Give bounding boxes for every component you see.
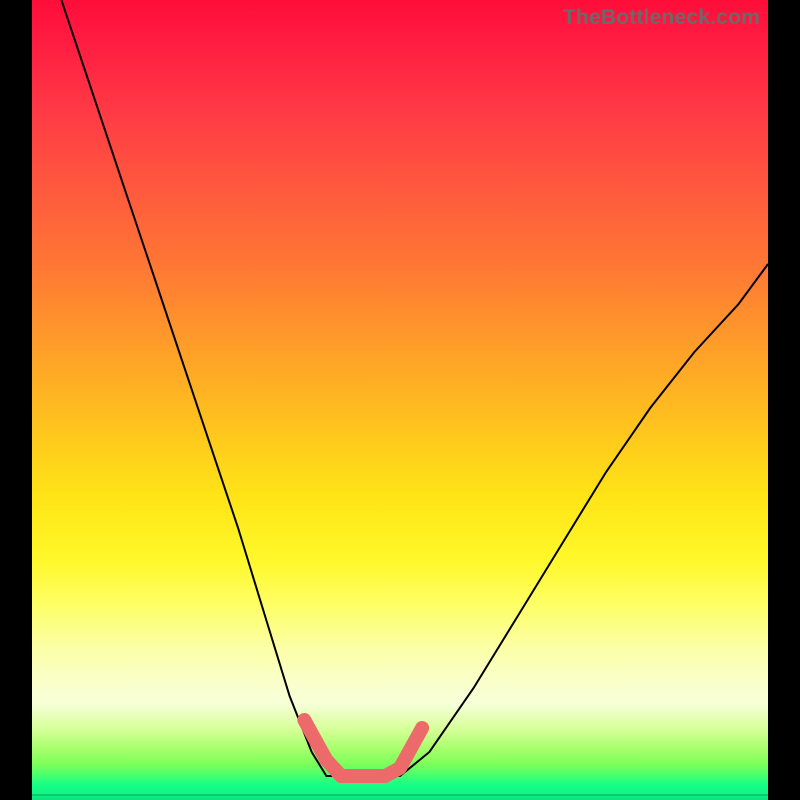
chart-stage: TheBottleneck.com <box>0 0 800 800</box>
watermark-text: TheBottleneck.com <box>563 6 760 30</box>
frame-border-left <box>0 0 32 800</box>
bottleneck-curve <box>61 0 768 776</box>
curve-layer <box>32 0 768 800</box>
plot-area <box>32 0 768 800</box>
frame-border-right <box>768 0 800 800</box>
